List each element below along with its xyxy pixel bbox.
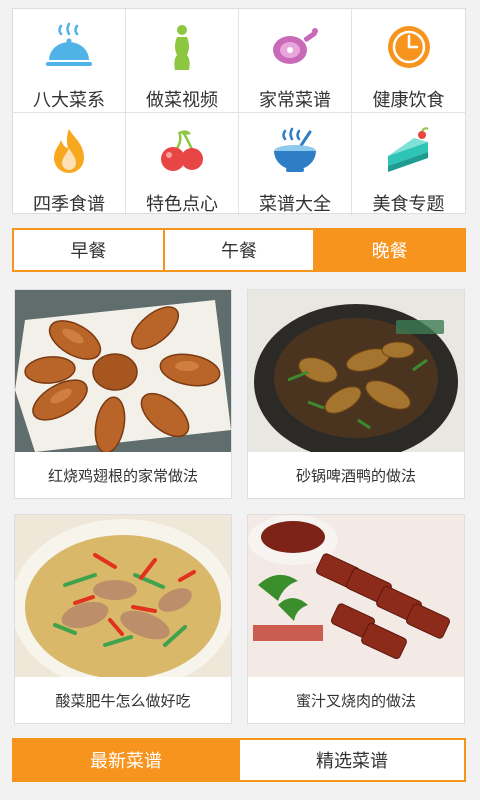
recipe-title: 酸菜肥牛怎么做好吃 [55,691,191,710]
recipe-card[interactable]: 红烧鸡翅根的家常做法 [14,289,232,499]
category-item-all-recipes[interactable]: 菜谱大全 [239,113,352,216]
category-item-videos[interactable]: 做菜视频 [126,9,239,113]
category-item-snacks[interactable]: 特色点心 [126,113,239,216]
recipe-card[interactable]: 酸菜肥牛怎么做好吃 [14,514,232,724]
clock-icon [387,26,430,68]
category-label: 四季食谱 [33,194,105,215]
category-label: 特色点心 [146,194,218,215]
pickled-cabbage-beef-photo [15,515,231,677]
category-item-food-topics[interactable]: 美食专题 [352,113,465,216]
honey-char-siu-photo [248,515,464,677]
recipe-list-tabs: 最新菜谱 精选菜谱 [12,738,466,782]
category-label: 家常菜谱 [259,90,331,111]
tab-latest-recipes[interactable]: 最新菜谱 [14,740,240,780]
soup-bowl-icon [274,127,316,172]
recipe-title: 蜜汁叉烧肉的做法 [295,691,416,710]
category-label: 美食专题 [372,194,445,215]
flame-icon [54,129,84,173]
recipe-title: 砂锅啤酒鸭的做法 [295,466,416,485]
figure-icon [174,25,190,70]
recipe-card[interactable]: 砂锅啤酒鸭的做法 [247,289,465,499]
category-item-home-recipes[interactable]: 家常菜谱 [239,9,352,113]
category-grid: 八大菜系 做菜视频 家常菜谱 健康饮食 四季食谱 特色点心 菜谱大全 美食专题 [12,8,466,216]
tab-dinner[interactable]: 晚餐 [315,230,465,270]
tab-lunch[interactable]: 午餐 [165,230,316,270]
recipe-title: 红烧鸡翅根的家常做法 [47,466,198,485]
chicken-drumettes-photo [15,290,231,452]
recipe-card[interactable]: 蜜汁叉烧肉的做法 [247,514,465,724]
category-label: 八大菜系 [33,90,105,111]
category-label: 菜谱大全 [259,194,331,215]
category-label: 做菜视频 [146,90,218,111]
food-cloche-icon [46,22,92,66]
category-label: 健康饮食 [372,90,445,111]
tab-featured-recipes[interactable]: 精选菜谱 [240,740,464,780]
category-item-seasonal[interactable]: 四季食谱 [13,113,126,216]
beer-duck-clay-pot-photo [248,290,464,452]
ham-icon [273,28,318,64]
category-item-healthy-eating[interactable]: 健康饮食 [352,9,465,113]
cherry-icon [161,130,203,171]
meal-tabs: 早餐 午餐 晚餐 [12,228,466,272]
category-item-cuisines[interactable]: 八大菜系 [13,9,126,113]
cake-slice-icon [387,127,429,172]
tab-breakfast[interactable]: 早餐 [14,230,165,270]
